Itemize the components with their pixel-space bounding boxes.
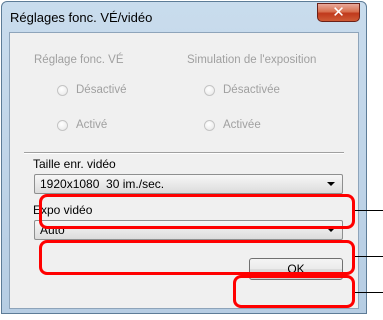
- dialog-window: Réglages fonc. VÉ/vidéo ✕ Réglage fonc. …: [1, 1, 367, 314]
- radio-button: [204, 120, 215, 131]
- radio-button: [57, 120, 68, 131]
- close-button[interactable]: ✕: [317, 3, 360, 22]
- movie-exposure-select[interactable]: Auto: [34, 220, 343, 240]
- callout-line: [355, 292, 383, 293]
- close-icon: ✕: [332, 3, 345, 21]
- movie-exposure-value: Auto: [40, 223, 65, 237]
- group-divider: [24, 152, 344, 154]
- dialog-client-area: Réglage fonc. VÉ Désactivé Activé Simula…: [9, 32, 359, 309]
- radio-label: Activé: [76, 119, 108, 131]
- ok-button[interactable]: OK: [249, 258, 343, 280]
- radio-label: Activée: [223, 119, 261, 131]
- radio-button: [57, 85, 68, 96]
- live-view-group-title: Réglage fonc. VÉ: [34, 54, 124, 66]
- title-bar[interactable]: Réglages fonc. VÉ/vidéo ✕: [2, 2, 366, 32]
- radio-label: Désactivée: [223, 84, 280, 96]
- callout-line: [355, 256, 383, 257]
- radio-button: [204, 85, 215, 96]
- chevron-down-icon: [327, 182, 335, 186]
- movie-exposure-label: Expo vidéo: [33, 203, 93, 217]
- chevron-down-icon: [327, 228, 335, 232]
- movie-size-label: Taille enr. vidéo: [33, 157, 116, 171]
- movie-size-select[interactable]: 1920x1080 30 im./sec.: [34, 174, 343, 194]
- callout-line: [355, 210, 383, 211]
- screenshot-stage: Réglages fonc. VÉ/vidéo ✕ Réglage fonc. …: [0, 0, 383, 320]
- radio-label: Désactivé: [76, 84, 127, 96]
- movie-size-value: 1920x1080 30 im./sec.: [40, 177, 165, 191]
- window-title: Réglages fonc. VÉ/vidéo: [10, 10, 153, 25]
- exposure-sim-group-title: Simulation de l'exposition: [187, 54, 317, 66]
